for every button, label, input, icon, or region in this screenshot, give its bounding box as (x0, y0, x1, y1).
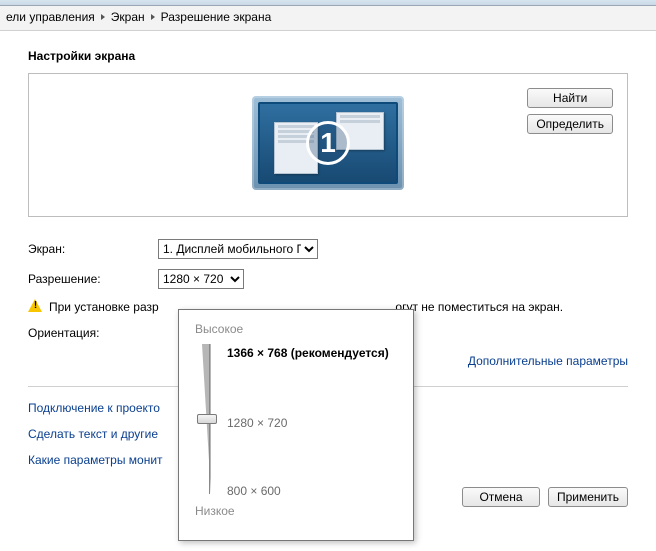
flyout-high-label: Высокое (195, 322, 401, 336)
cancel-button[interactable]: Отмена (462, 487, 540, 507)
breadcrumb[interactable]: ели управления Экран Разрешение экрана (0, 6, 656, 31)
resolution-option[interactable]: 800 × 600 (227, 484, 281, 498)
flyout-low-label: Низкое (195, 504, 401, 518)
resolution-label: Разрешение: (28, 272, 158, 286)
resolution-flyout: Высокое 1366 × 768 (рекомендуется) 1280 ×… (178, 309, 414, 541)
warning-icon (28, 299, 43, 314)
chevron-right-icon (101, 14, 105, 20)
apply-button[interactable]: Применить (548, 487, 628, 507)
chevron-right-icon (151, 14, 155, 20)
display-preview-panel: 1 Найти Определить (28, 73, 628, 217)
resolution-option[interactable]: 1280 × 720 (227, 416, 287, 430)
monitor-thumbnail[interactable]: 1 (252, 96, 404, 190)
identify-button[interactable]: Определить (527, 114, 613, 134)
page-title: Настройки экрана (28, 49, 628, 63)
orientation-label: Ориентация: (28, 326, 158, 340)
breadcrumb-item[interactable]: Разрешение экрана (161, 10, 272, 24)
advanced-settings-link[interactable]: Дополнительные параметры (468, 354, 628, 368)
display-number-badge: 1 (306, 121, 350, 165)
display-label: Экран: (28, 242, 158, 256)
display-select[interactable]: 1. Дисплей мобильного ПК (158, 239, 318, 259)
breadcrumb-item[interactable]: Экран (111, 10, 145, 24)
breadcrumb-item[interactable]: ели управления (6, 10, 95, 24)
find-button[interactable]: Найти (527, 88, 613, 108)
resolution-select[interactable]: 1280 × 720 (158, 269, 244, 289)
resolution-slider-thumb[interactable] (197, 414, 217, 424)
resolution-slider-track[interactable] (196, 344, 216, 494)
resolution-option[interactable]: 1366 × 768 (рекомендуется) (227, 346, 389, 360)
